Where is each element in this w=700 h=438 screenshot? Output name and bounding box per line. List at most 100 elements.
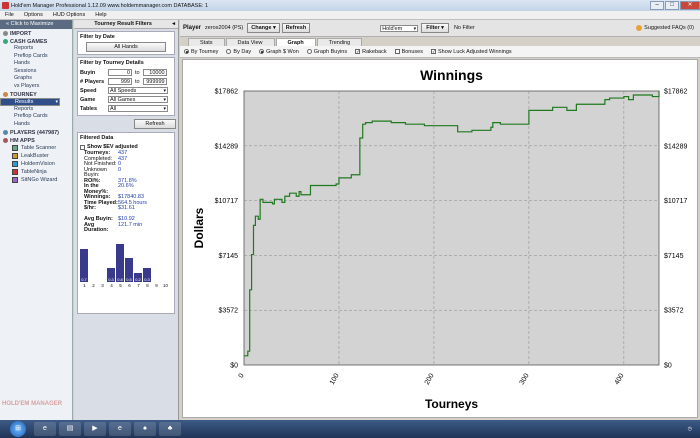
player-label: Player [183, 25, 202, 31]
suggested-faqs-link[interactable]: Suggested FAQs (0) [636, 25, 700, 31]
close-button[interactable]: ✕ [680, 1, 700, 10]
nav-item-cash-reports[interactable]: Reports [0, 45, 72, 53]
ie-icon[interactable]: e [109, 422, 131, 436]
nav-section-hm-apps[interactable]: HM APPS [0, 136, 72, 144]
nav-section-import[interactable]: IMPORT [0, 29, 72, 37]
nav-app-sitngo-wizard[interactable]: SitNGo Wizard [0, 176, 72, 184]
option-luck-adjusted[interactable]: ✓ Show Luck Adjusted Winnings [430, 49, 512, 55]
y-tick-label-left: $0 [230, 363, 238, 370]
filtered-stats: Tourneys: 437 Completed: 437 Not Finished: 0 U… [80, 150, 172, 233]
option-label: Graph $ Won [266, 48, 299, 55]
filters-refresh-button[interactable]: Refresh [134, 119, 176, 129]
nav-app-tableninja[interactable]: TableNinja [0, 168, 72, 176]
winnings-chart: $0 $0 $3572 $3572 $7145 $7145 $10717 $10717 $142… [192, 67, 687, 411]
table-scanner-icon [12, 145, 18, 151]
nav-section-players[interactable]: PLAYERS (447987) [0, 128, 72, 136]
menu-file[interactable]: File [0, 12, 19, 18]
player-name: zeros2004 (PS) [205, 25, 244, 31]
holdem-manager-taskbar-icon[interactable]: ♣ [159, 422, 181, 436]
option-by-tourney[interactable]: By Tourney [184, 49, 218, 55]
nav-players-label: PLAYERS (447987) [10, 129, 60, 136]
mini-bar-label: 0.8 [117, 277, 123, 282]
folder-icon[interactable]: ▤ [59, 422, 81, 436]
nav-item-tourney-reports[interactable]: Reports [0, 106, 72, 114]
option-label: Bonuses [401, 48, 423, 55]
logo-text: HOLD'EM MANAGER [2, 401, 63, 407]
players-icon [3, 130, 8, 135]
speed-select[interactable]: All Speeds [108, 87, 168, 94]
buyin-from-input[interactable]: 0 [108, 69, 132, 76]
chevron-down-icon: ▾ [272, 25, 276, 31]
faq-icon [636, 25, 643, 31]
players-from-input[interactable]: 999 [108, 78, 132, 85]
nav-section-tourney[interactable]: TOURNEY [0, 90, 72, 98]
nav-item-tourney-results[interactable]: Results [0, 98, 60, 106]
window-titlebar: Hold'em Manager Professional 1.12.09 www… [0, 0, 700, 11]
nav-app-table-scanner[interactable]: Table Scanner [0, 144, 72, 152]
y-tick-label-right: $7145 [664, 253, 684, 260]
nav-maximize-header[interactable]: « Click to Maximize [0, 20, 72, 29]
nav-section-cash-games[interactable]: CASH GAMES [0, 37, 72, 45]
faqs-label: Suggested FAQs (0) [644, 25, 694, 31]
maximize-button[interactable]: □ [665, 1, 679, 10]
clock-icon: ◷ [687, 426, 692, 432]
system-tray: ◷ [688, 426, 700, 432]
option-bonuses[interactable]: Bonuses [394, 48, 423, 55]
menu-hud-options[interactable]: HUD Options [48, 12, 90, 18]
nav-item-cash-vs-players[interactable]: vs Players [0, 83, 72, 91]
stat-label: Avg Duration: [84, 221, 109, 233]
app-label: LeakBuster [21, 153, 49, 159]
filter-button[interactable]: Filter ▾ [421, 23, 449, 33]
y-tick-label-right: $3572 [664, 308, 684, 315]
show-ev-checkbox[interactable] [80, 144, 85, 150]
minimize-button[interactable]: – [650, 1, 664, 10]
nav-item-tourney-preflop-cards[interactable]: Preflop Cards [0, 113, 72, 121]
players-to-input[interactable]: 999999 [142, 78, 167, 85]
menu-options[interactable]: Options [19, 12, 48, 18]
holdemvision-icon [12, 161, 18, 167]
tables-select[interactable]: All [108, 105, 168, 112]
browser-icon[interactable]: e [34, 422, 56, 436]
option-graph-won[interactable]: Graph $ Won [259, 49, 299, 55]
nav-item-cash-sessions[interactable]: Sessions [0, 68, 72, 76]
nav-item-cash-graphs[interactable]: Graphs [0, 75, 72, 83]
radio-on [184, 49, 189, 54]
tab-data-view[interactable]: Data View [225, 38, 275, 46]
nav-item-cash-hands[interactable]: Hands [0, 60, 72, 68]
tables-row: Tables All [80, 104, 172, 113]
option-graph-buyins[interactable]: Graph Buyins [306, 49, 347, 55]
option-rakeback[interactable]: ✓ Rakeback [355, 49, 387, 55]
nav-app-leakbuster[interactable]: LeakBuster [0, 152, 72, 160]
game-select[interactable]: All Games [108, 96, 168, 103]
app-label: Table Scanner [21, 145, 57, 151]
poker-icon[interactable]: ♠ [134, 422, 156, 436]
tab-stats[interactable]: Stats [188, 38, 225, 46]
buyin-to-input[interactable]: 10000 [142, 69, 167, 76]
mini-tick-label: 1 [83, 283, 86, 288]
site-select[interactable]: Hold'em [380, 24, 419, 32]
y-tick-label-right: $0 [664, 363, 672, 370]
all-hands-button[interactable]: All Hands [86, 42, 166, 52]
stat-value: 121.7 min [118, 221, 143, 228]
collapse-icon[interactable]: ◂ [172, 20, 178, 29]
option-by-day[interactable]: By Day [226, 49, 251, 55]
tab-graph[interactable]: Graph [275, 38, 316, 46]
change-player-button[interactable]: Change ▾ [247, 23, 280, 33]
nav-item-tourney-hands[interactable]: Hands [0, 121, 72, 129]
mini-tick-label: 2 [92, 283, 95, 288]
menu-help[interactable]: Help [90, 12, 111, 18]
start-button[interactable]: ⊞ [10, 421, 26, 437]
nav-item-cash-preflop-cards[interactable]: Preflop Cards [0, 53, 72, 61]
radio-off [306, 49, 312, 54]
media-icon[interactable]: ▶ [84, 422, 106, 436]
change-label: Change [251, 25, 272, 31]
app-label: HoldemVision [21, 161, 55, 167]
tab-trending[interactable]: Trending [316, 38, 363, 46]
mini-tick-label: 9 [155, 283, 158, 288]
nav-app-holdemvision[interactable]: HoldemVision [0, 160, 72, 168]
option-label: By Tourney [191, 48, 219, 55]
checkbox-checked: ✓ [355, 49, 361, 54]
mini-bar-label: 0.2 [135, 277, 141, 282]
mini-bar-chart: 0.7 0.3 0.8 0.5 0.2 0.3 1 2 3 4 5 6 7 8 9 10 [80, 242, 172, 290]
player-refresh-button[interactable]: Refresh [281, 23, 311, 33]
